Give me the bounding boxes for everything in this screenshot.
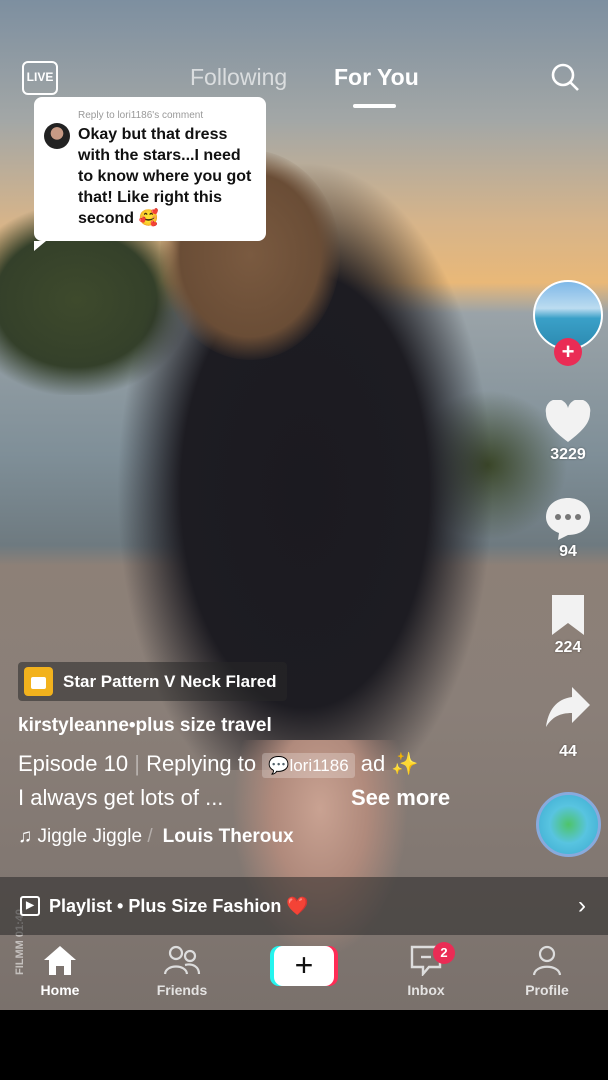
caption-line: I always get lots of ... See more — [18, 784, 498, 812]
music-info[interactable]: ♫ Jiggle Jiggle / Louis Theroux — [18, 826, 498, 848]
share-button[interactable]: 44 — [533, 685, 603, 761]
description-tail: ad ✨ — [360, 751, 419, 776]
bottom-nav: Home Friends + 2 Inbox Profile — [0, 940, 608, 1010]
comment-text: Okay but that dress with the stars...I n… — [78, 126, 252, 227]
creator-username[interactable]: kirstyleanne•plus size travel — [18, 715, 498, 737]
profile-icon — [532, 945, 562, 976]
product-tag[interactable]: Star Pattern V Neck Flared — [18, 662, 287, 701]
nav-label: Friends — [156, 982, 208, 998]
video-info: Star Pattern V Neck Flared kirstyleanne•… — [18, 662, 498, 848]
nav-friends[interactable]: Friends — [137, 944, 227, 998]
caption-text: I always get lots of ... — [18, 785, 224, 810]
search-icon[interactable] — [550, 62, 580, 92]
live-button[interactable]: LIVE — [22, 61, 58, 95]
comment-button[interactable]: 94 — [533, 495, 603, 561]
replying-to-label: Replying to — [146, 751, 257, 776]
comment-count: 94 — [559, 543, 577, 560]
playlist-label: Playlist • Plus Size Fashion ❤️ — [49, 895, 309, 916]
nav-label: Home — [40, 982, 80, 998]
commenter-avatar — [44, 123, 70, 149]
live-label: LIVE — [26, 70, 54, 84]
playlist-icon: ▶ — [20, 896, 40, 916]
comment-icon — [546, 498, 590, 540]
home-icon — [44, 946, 76, 975]
tab-for-you[interactable]: For You — [334, 64, 419, 91]
chevron-right-icon: › — [578, 892, 586, 919]
nav-inbox[interactable]: 2 Inbox — [381, 942, 471, 998]
heart-icon — [545, 400, 591, 442]
product-name: Star Pattern V Neck Flared — [63, 671, 277, 691]
music-note-icon: ♫ — [18, 826, 33, 847]
follow-button[interactable]: + — [554, 338, 582, 366]
see-more-button[interactable]: See more — [351, 784, 450, 812]
song-title: Jiggle Jiggle — [37, 826, 143, 847]
bookmark-icon — [552, 595, 584, 635]
reply-to-label: Reply to lori1186's comment — [78, 110, 204, 121]
playlist-bar[interactable]: ▶ Playlist • Plus Size Fashion ❤️ › — [0, 877, 608, 935]
episode-label[interactable]: Episode 10 — [18, 751, 128, 776]
friends-icon — [163, 945, 201, 975]
inbox-badge: 2 — [433, 942, 455, 964]
mention-username: lori1186 — [289, 756, 349, 775]
reply-comment-sticker: Reply to lori1186's comment Okay but tha… — [34, 97, 266, 251]
like-count: 3229 — [550, 446, 586, 463]
create-button[interactable]: + — [274, 946, 334, 986]
share-icon — [546, 687, 590, 727]
nav-label: Profile — [525, 982, 569, 998]
music-disc[interactable] — [536, 792, 601, 857]
share-count: 44 — [559, 743, 577, 760]
like-button[interactable]: 3229 — [533, 400, 603, 464]
song-artist: Louis Theroux — [162, 826, 294, 847]
bookmark-button[interactable]: 224 — [533, 593, 603, 657]
mention-tag[interactable]: 💬lori1186 — [262, 753, 355, 778]
active-tab-indicator — [353, 104, 396, 108]
shopping-bag-icon — [24, 667, 53, 696]
video-description: Episode 10 | Replying to 💬lori1186 ad ✨ — [18, 751, 419, 778]
video-feed[interactable]: LIVE Following For You Reply to lori1186… — [0, 0, 608, 1010]
tab-following[interactable]: Following — [190, 64, 287, 91]
nav-home[interactable]: Home — [15, 944, 105, 998]
nav-profile[interactable]: Profile — [502, 944, 592, 998]
nav-label: Inbox — [407, 982, 445, 998]
bookmark-count: 224 — [554, 639, 582, 656]
